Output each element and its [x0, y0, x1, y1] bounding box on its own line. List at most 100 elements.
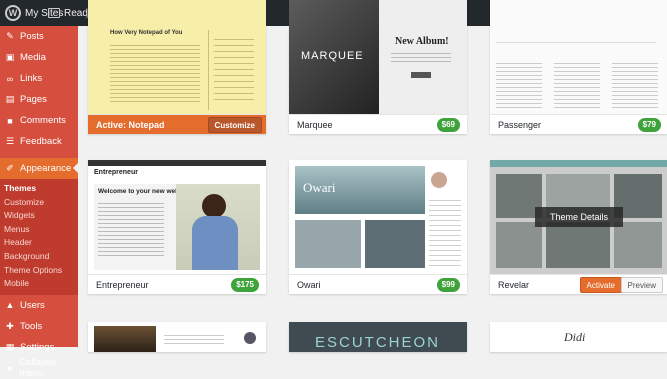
sidebar-item-label: Users [20, 299, 45, 311]
theme-card-escutcheon[interactable]: ESCUTCHEON [289, 322, 467, 352]
sidebar-item-appearance[interactable]: ✐ Appearance [0, 158, 78, 179]
price-badge: $79 [637, 118, 661, 132]
sidebar-item-users[interactable]: ▲ Users [0, 295, 78, 316]
theme-card-marquee[interactable]: MARQUEE New Album! Marquee $69 [289, 0, 467, 134]
submenu-widgets[interactable]: Widgets [0, 209, 78, 223]
customize-button[interactable]: Customize [207, 117, 262, 133]
preview-logo: Didi [564, 330, 586, 344]
pages-icon: ▤ [5, 94, 15, 104]
preview-person-body [192, 216, 238, 270]
users-icon: ▲ [5, 300, 15, 311]
theme-details-button[interactable]: Theme Details [535, 207, 623, 227]
theme-card-passenger[interactable]: Passenger $79 [490, 0, 667, 134]
preview-column-1 [496, 60, 542, 108]
theme-footer: Active: Notepad Customize [88, 114, 266, 134]
sidebar-item-label: Posts [20, 31, 44, 42]
theme-screenshot: Entrepreneur Welcome to your new website… [88, 160, 266, 274]
price-badge: $99 [436, 278, 460, 292]
preview-column-2 [554, 60, 600, 108]
admin-sidebar: ✎ Posts ▣ Media ∞ Links ▤ Pages ■ Comments ☰ F… [0, 26, 78, 379]
preview-text [110, 42, 200, 102]
theme-card-owari[interactable]: Owari Owari $99 [289, 160, 467, 294]
theme-footer: Revelar Activate Preview [490, 274, 667, 294]
preview-logo: ESCUTCHEON [315, 334, 441, 351]
submenu-customize[interactable]: Customize [0, 196, 78, 210]
collapse-menu-button[interactable]: ● Collapse menu [0, 357, 78, 379]
submenu-themes[interactable]: Themes [0, 182, 78, 196]
reader-icon [48, 8, 60, 18]
theme-screenshot [88, 322, 266, 352]
submenu-background[interactable]: Background [0, 250, 78, 264]
sidebar-item-label: Comments [20, 115, 66, 126]
preview-sidebar [214, 34, 254, 104]
preview-divider [208, 30, 209, 110]
theme-name: Entrepreneur [96, 279, 149, 290]
preview-column-3 [612, 60, 658, 108]
paintbrush-icon: ✐ [6, 163, 14, 173]
preview-heading: New Album! [395, 36, 449, 47]
theme-screenshot: Owari [289, 160, 467, 274]
comments-icon: ■ [7, 115, 13, 126]
active-theme-label: Active: Notepad [96, 119, 165, 130]
preview-topbar [88, 160, 266, 166]
preview-text [391, 50, 451, 64]
appearance-submenu: Themes Customize Widgets Menus Header Ba… [0, 179, 78, 295]
theme-screenshot: Didi [490, 322, 667, 352]
sidebar-item-label: Settings [20, 341, 55, 353]
sidebar-item-label: Media [20, 52, 46, 63]
preview-avatar [244, 332, 256, 344]
theme-footer: Marquee $69 [289, 114, 467, 134]
theme-name: Marquee [297, 119, 333, 130]
collapse-icon: ● [6, 363, 13, 374]
sidebar-item-links[interactable]: ∞ Links [0, 68, 78, 89]
sidebar-item-posts[interactable]: ✎ Posts [0, 26, 78, 47]
sidebar-item-pages[interactable]: ▤ Pages [0, 89, 78, 110]
preview-text [98, 200, 164, 258]
activate-button[interactable]: Activate [579, 277, 622, 293]
theme-card-notepad[interactable]: How Very Notepad of You Active: Notepad … [88, 0, 266, 134]
sidebar-item-comments[interactable]: ■ Comments [0, 110, 78, 131]
sidebar-item-label: Tools [20, 320, 43, 332]
theme-name: Owari [297, 279, 321, 290]
tools-icon: ✚ [6, 320, 14, 331]
theme-card-revelar[interactable]: Theme Details Revelar Activate Preview [490, 160, 667, 294]
settings-icon: ▦ [5, 341, 15, 352]
preview-rule [496, 42, 656, 43]
sidebar-item-label: Pages [20, 94, 47, 105]
sidebar-item-tools[interactable]: ✚ Tools [0, 316, 78, 337]
preview-title: How Very Notepad of You [110, 30, 183, 36]
theme-name: Passenger [498, 119, 542, 130]
sidebar-item-settings[interactable]: ▦ Settings [0, 337, 78, 358]
feedback-icon: ☰ [5, 136, 15, 146]
submenu-theme-options[interactable]: Theme Options [0, 264, 78, 278]
theme-footer: Passenger $79 [490, 114, 667, 134]
submenu-mobile[interactable]: Mobile [0, 277, 78, 291]
theme-footer: Entrepreneur $175 [88, 274, 266, 294]
preview-text [164, 332, 224, 344]
preview-button [411, 72, 431, 78]
preview-button[interactable]: Preview [620, 277, 663, 293]
theme-card-entrepreneur[interactable]: Entrepreneur Welcome to your new website… [88, 160, 266, 294]
preview-photo [94, 326, 156, 352]
theme-card-row3-1[interactable] [88, 322, 266, 352]
preview-avatar [431, 172, 447, 188]
submenu-menus[interactable]: Menus [0, 223, 78, 237]
preview-logo: Owari [303, 180, 336, 195]
price-badge: $175 [231, 278, 259, 292]
theme-screenshot: Theme Details [490, 160, 667, 274]
preview-person-head [202, 194, 226, 218]
posts-icon: ✎ [6, 31, 14, 41]
theme-card-didi[interactable]: Didi [490, 322, 667, 352]
preview-logo: Entrepreneur [94, 169, 138, 176]
media-icon: ▣ [5, 52, 15, 62]
wordpress-logo-icon: W [5, 5, 21, 21]
preview-photo-1 [295, 220, 361, 268]
theme-screenshot: ESCUTCHEON [289, 322, 467, 352]
preview-photo-2 [365, 220, 425, 268]
sidebar-item-media[interactable]: ▣ Media [0, 47, 78, 68]
submenu-header[interactable]: Header [0, 236, 78, 250]
sidebar-item-feedback[interactable]: ☰ Feedback [0, 131, 78, 152]
theme-name: Revelar [498, 279, 530, 290]
sidebar-item-label: Collapse menu [19, 357, 57, 379]
theme-screenshot: MARQUEE New Album! [289, 0, 467, 114]
